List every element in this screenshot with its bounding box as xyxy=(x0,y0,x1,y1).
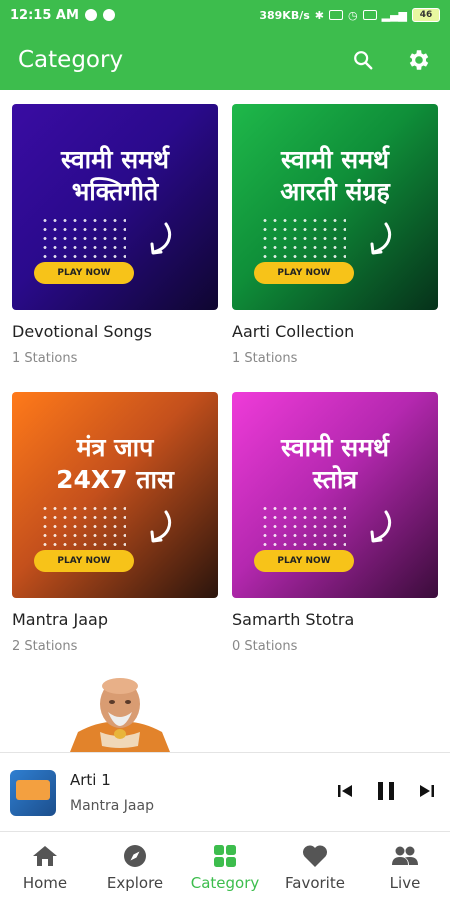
now-playing-title: Arti 1 xyxy=(70,771,111,789)
bottom-navigation: Home Explore Category Favorite Live xyxy=(0,832,450,900)
station-count: 1 Stations xyxy=(12,351,78,366)
play-now-button[interactable]: PLAY NOW xyxy=(254,550,354,572)
dots-pattern xyxy=(40,216,126,260)
nav-item-live[interactable]: Live xyxy=(360,832,450,900)
curved-arrow-icon xyxy=(150,222,171,255)
category-card-mantra-jaap[interactable]: मंत्र जाप 24X7 तास PLAY NOW Mantra Jaap … xyxy=(12,392,218,654)
nav-item-favorite[interactable]: Favorite xyxy=(270,832,360,900)
play-now-button[interactable]: PLAY NOW xyxy=(34,550,134,572)
curved-arrow-icon xyxy=(370,510,391,543)
station-count: 1 Stations xyxy=(232,351,298,366)
curved-arrow-icon xyxy=(370,222,391,255)
curved-arrow-icon xyxy=(150,510,171,543)
play-now-button[interactable]: PLAY NOW xyxy=(34,262,134,284)
skip-next-icon xyxy=(420,785,434,797)
next-button[interactable] xyxy=(418,782,436,804)
category-card-samarth-stotra[interactable]: स्वामी समर्थ स्तोत्र PLAY NOW Samarth St… xyxy=(232,392,438,654)
nav-label: Favorite xyxy=(285,874,345,892)
nav-label: Category xyxy=(190,874,260,892)
gear-icon xyxy=(409,50,429,70)
grid-icon xyxy=(214,845,236,867)
mini-player[interactable]: Arti 1 Mantra Jaap xyxy=(0,752,450,832)
category-name: Aarti Collection xyxy=(232,322,355,341)
now-playing-subtitle: Mantra Jaap xyxy=(70,798,154,814)
sim-icon xyxy=(362,10,377,20)
pause-button[interactable] xyxy=(374,779,398,807)
art-title-line2: भक्तिगीते xyxy=(71,177,159,206)
category-art: मंत्र जाप 24X7 तास PLAY NOW xyxy=(12,392,218,598)
nav-item-explore[interactable]: Explore xyxy=(90,832,180,900)
art-title: मंत्र जाप 24X7 तास xyxy=(12,432,218,496)
art-title-line1: स्वामी समर्थ xyxy=(60,145,170,174)
search-button[interactable] xyxy=(350,47,376,73)
notification-icon xyxy=(102,9,115,21)
spotify-icon xyxy=(84,9,97,21)
page-title: Category xyxy=(18,47,124,73)
nav-label: Explore xyxy=(106,874,164,892)
category-card-partial-image[interactable] xyxy=(70,676,170,752)
search-icon xyxy=(354,51,373,70)
category-art: स्वामी समर्थ भक्तिगीते PLAY NOW xyxy=(12,104,218,310)
previous-button[interactable] xyxy=(336,782,354,804)
art-title-line2: 24X7 तास xyxy=(56,465,174,494)
category-name: Samarth Stotra xyxy=(232,610,355,629)
status-time: 12:15 AM xyxy=(10,7,79,23)
dots-pattern xyxy=(40,504,126,548)
settings-button[interactable] xyxy=(406,47,432,73)
skip-previous-icon xyxy=(338,785,352,797)
nav-item-home[interactable]: Home xyxy=(0,832,90,900)
dots-pattern xyxy=(260,504,346,548)
station-count: 0 Stations xyxy=(232,639,298,654)
now-playing-artwork xyxy=(10,770,56,816)
nav-item-category[interactable]: Category xyxy=(180,832,270,900)
app-bar: Category xyxy=(0,30,450,90)
category-card-aarti-collection[interactable]: स्वामी समर्थ आरती संग्रह PLAY NOW Aarti … xyxy=(232,104,438,366)
art-title: स्वामी समर्थ आरती संग्रह xyxy=(232,144,438,208)
battery-icon: 46 xyxy=(412,8,440,22)
alarm-icon: ◷ xyxy=(348,8,358,22)
category-card-devotional-songs[interactable]: स्वामी समर्थ भक्तिगीते PLAY NOW Devotion… xyxy=(12,104,218,366)
category-art: स्वामी समर्थ स्तोत्र PLAY NOW xyxy=(232,392,438,598)
station-count: 2 Stations xyxy=(12,639,78,654)
dots-pattern xyxy=(260,216,346,260)
pause-icon xyxy=(378,782,394,800)
heart-icon xyxy=(302,845,328,867)
signal-icon: ▂▄▆ xyxy=(381,8,407,22)
art-title-line2: आरती संग्रह xyxy=(280,177,390,206)
category-name: Mantra Jaap xyxy=(12,610,108,629)
bluetooth-icon: ✱ xyxy=(314,8,324,22)
art-title: स्वामी समर्थ भक्तिगीते xyxy=(12,144,218,208)
art-title-line1: स्वामी समर्थ xyxy=(280,145,390,174)
compass-icon xyxy=(124,845,146,867)
people-icon xyxy=(392,846,418,865)
nav-label: Home xyxy=(22,874,68,892)
home-icon xyxy=(33,846,57,866)
network-speed: 389KB/s xyxy=(259,8,310,22)
category-art: स्वामी समर्थ आरती संग्रह PLAY NOW xyxy=(232,104,438,310)
nav-label: Live xyxy=(389,874,421,892)
vowifi-icon xyxy=(329,10,343,20)
status-bar: 12:15 AM 389KB/s ✱ ◷ ▂▄▆ 46 xyxy=(0,0,450,30)
art-title-line2: स्तोत्र xyxy=(312,465,358,494)
art-title: स्वामी समर्थ स्तोत्र xyxy=(232,432,438,496)
category-name: Devotional Songs xyxy=(12,322,152,341)
play-now-button[interactable]: PLAY NOW xyxy=(254,262,354,284)
portrait-image xyxy=(70,678,170,752)
app-screen: 12:15 AM 389KB/s ✱ ◷ ▂▄▆ 46 Category स्व… xyxy=(0,0,450,900)
art-title-line1: मंत्र जाप xyxy=(76,433,154,462)
art-title-line1: स्वामी समर्थ xyxy=(280,433,390,462)
